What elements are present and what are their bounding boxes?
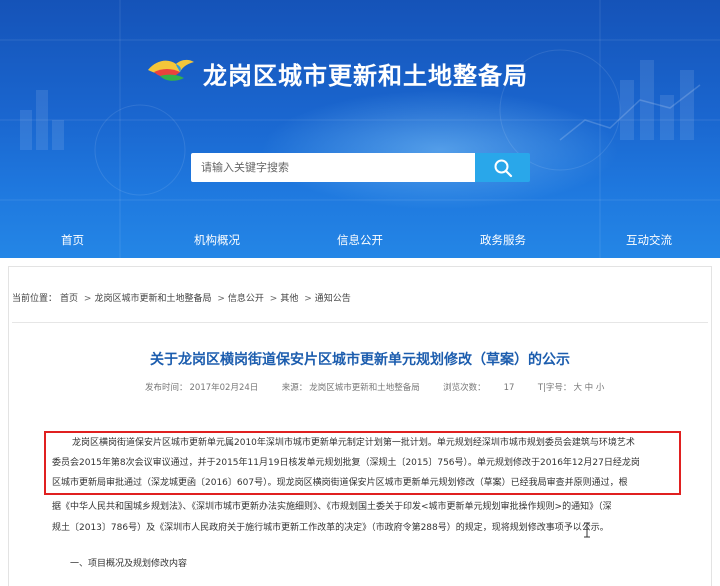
nav-item-interaction[interactable]: 互动交流 (626, 232, 672, 248)
breadcrumb-bureau[interactable]: 龙岗区城市更新和土地整备局 (94, 294, 211, 304)
meta-views-label: 浏览次数： (443, 383, 486, 393)
article-meta: 发布时间： 2017年02月24日 来源： 龙岗区城市更新和土地整备局 浏览次数： 1… (145, 381, 606, 393)
section-heading: 一、项目概况及规划修改内容 (70, 559, 188, 569)
nav-item-info-disclosure[interactable]: 信息公开 (337, 232, 383, 248)
search-button[interactable] (475, 153, 530, 182)
breadcrumb-home[interactable]: 首页 (60, 294, 78, 304)
article-title: 关于龙岗区横岗街道保安片区城市更新单元规划修改（草案）的公示 (150, 352, 570, 368)
content-panel (8, 266, 712, 586)
breadcrumb-separator: > (269, 294, 278, 304)
breadcrumb-notices[interactable]: 通知公告 (315, 294, 351, 304)
nav-item-home[interactable]: 首页 (61, 232, 84, 248)
header-banner: 龙岗区城市更新和土地整备局 首页 机构概况 信息公开 政务服务 互动交流 (0, 0, 720, 258)
breadcrumb-separator: > (83, 294, 92, 304)
meta-views: 17 (503, 383, 515, 393)
main-nav: 首页 机构概况 信息公开 政务服务 互动交流 (0, 226, 720, 258)
breadcrumb-info-disclosure[interactable]: 信息公开 (228, 294, 264, 304)
search-icon (494, 159, 512, 177)
dove-logo (148, 59, 194, 81)
site-title: 龙岗区城市更新和土地整备局 (203, 62, 528, 90)
nav-item-organization[interactable]: 机构概况 (194, 232, 240, 248)
nav-item-government-services[interactable]: 政务服务 (480, 232, 526, 248)
content-divider (12, 322, 708, 323)
meta-date-label: 发布时间： (145, 383, 188, 393)
article-body-line: 委员会2015年第8次会议审议通过，并于2015年11月19日核发单元规划批复（… (52, 458, 640, 468)
breadcrumb-other[interactable]: 其他 (280, 294, 298, 304)
breadcrumb-prefix: 当前位置： (12, 294, 58, 304)
meta-fontsize-label: T|字号： (537, 383, 572, 393)
article-body-line: 据《中华人民共和国城乡规划法》、《深圳市城市更新办法实施细则》、《市规划国土委关… (52, 502, 612, 512)
banner-background-graphics (0, 0, 720, 258)
article-body-line: 区城市更新局审批通过（深龙城更函〔2016〕607号）。现龙岗区横岗街道保安片区… (52, 478, 628, 488)
fontsize-selector[interactable]: 大 中 小 (573, 383, 604, 393)
meta-date: 2017年02月24日 (189, 383, 259, 393)
meta-source-label: 来源： (281, 383, 308, 393)
article-body-line: 龙岗区横岗街道保安片区城市更新单元属2010年深圳市城市更新单元制定计划第一批计… (72, 438, 635, 448)
article-body-line: 规土〔2013〕786号）及《深圳市人民政府关于施行城市更新工作改革的决定》（市… (52, 523, 609, 533)
search-input[interactable] (191, 153, 475, 182)
text-cursor-icon (584, 522, 590, 538)
breadcrumb-separator: > (217, 294, 225, 304)
breadcrumb-separator: > (304, 294, 312, 304)
meta-source: 龙岗区城市更新和土地整备局 (309, 383, 420, 393)
breadcrumb: 当前位置： 首页 > 龙岗区城市更新和土地整备局 > 信息公开 > 其他 > 通知公告 (12, 291, 354, 304)
